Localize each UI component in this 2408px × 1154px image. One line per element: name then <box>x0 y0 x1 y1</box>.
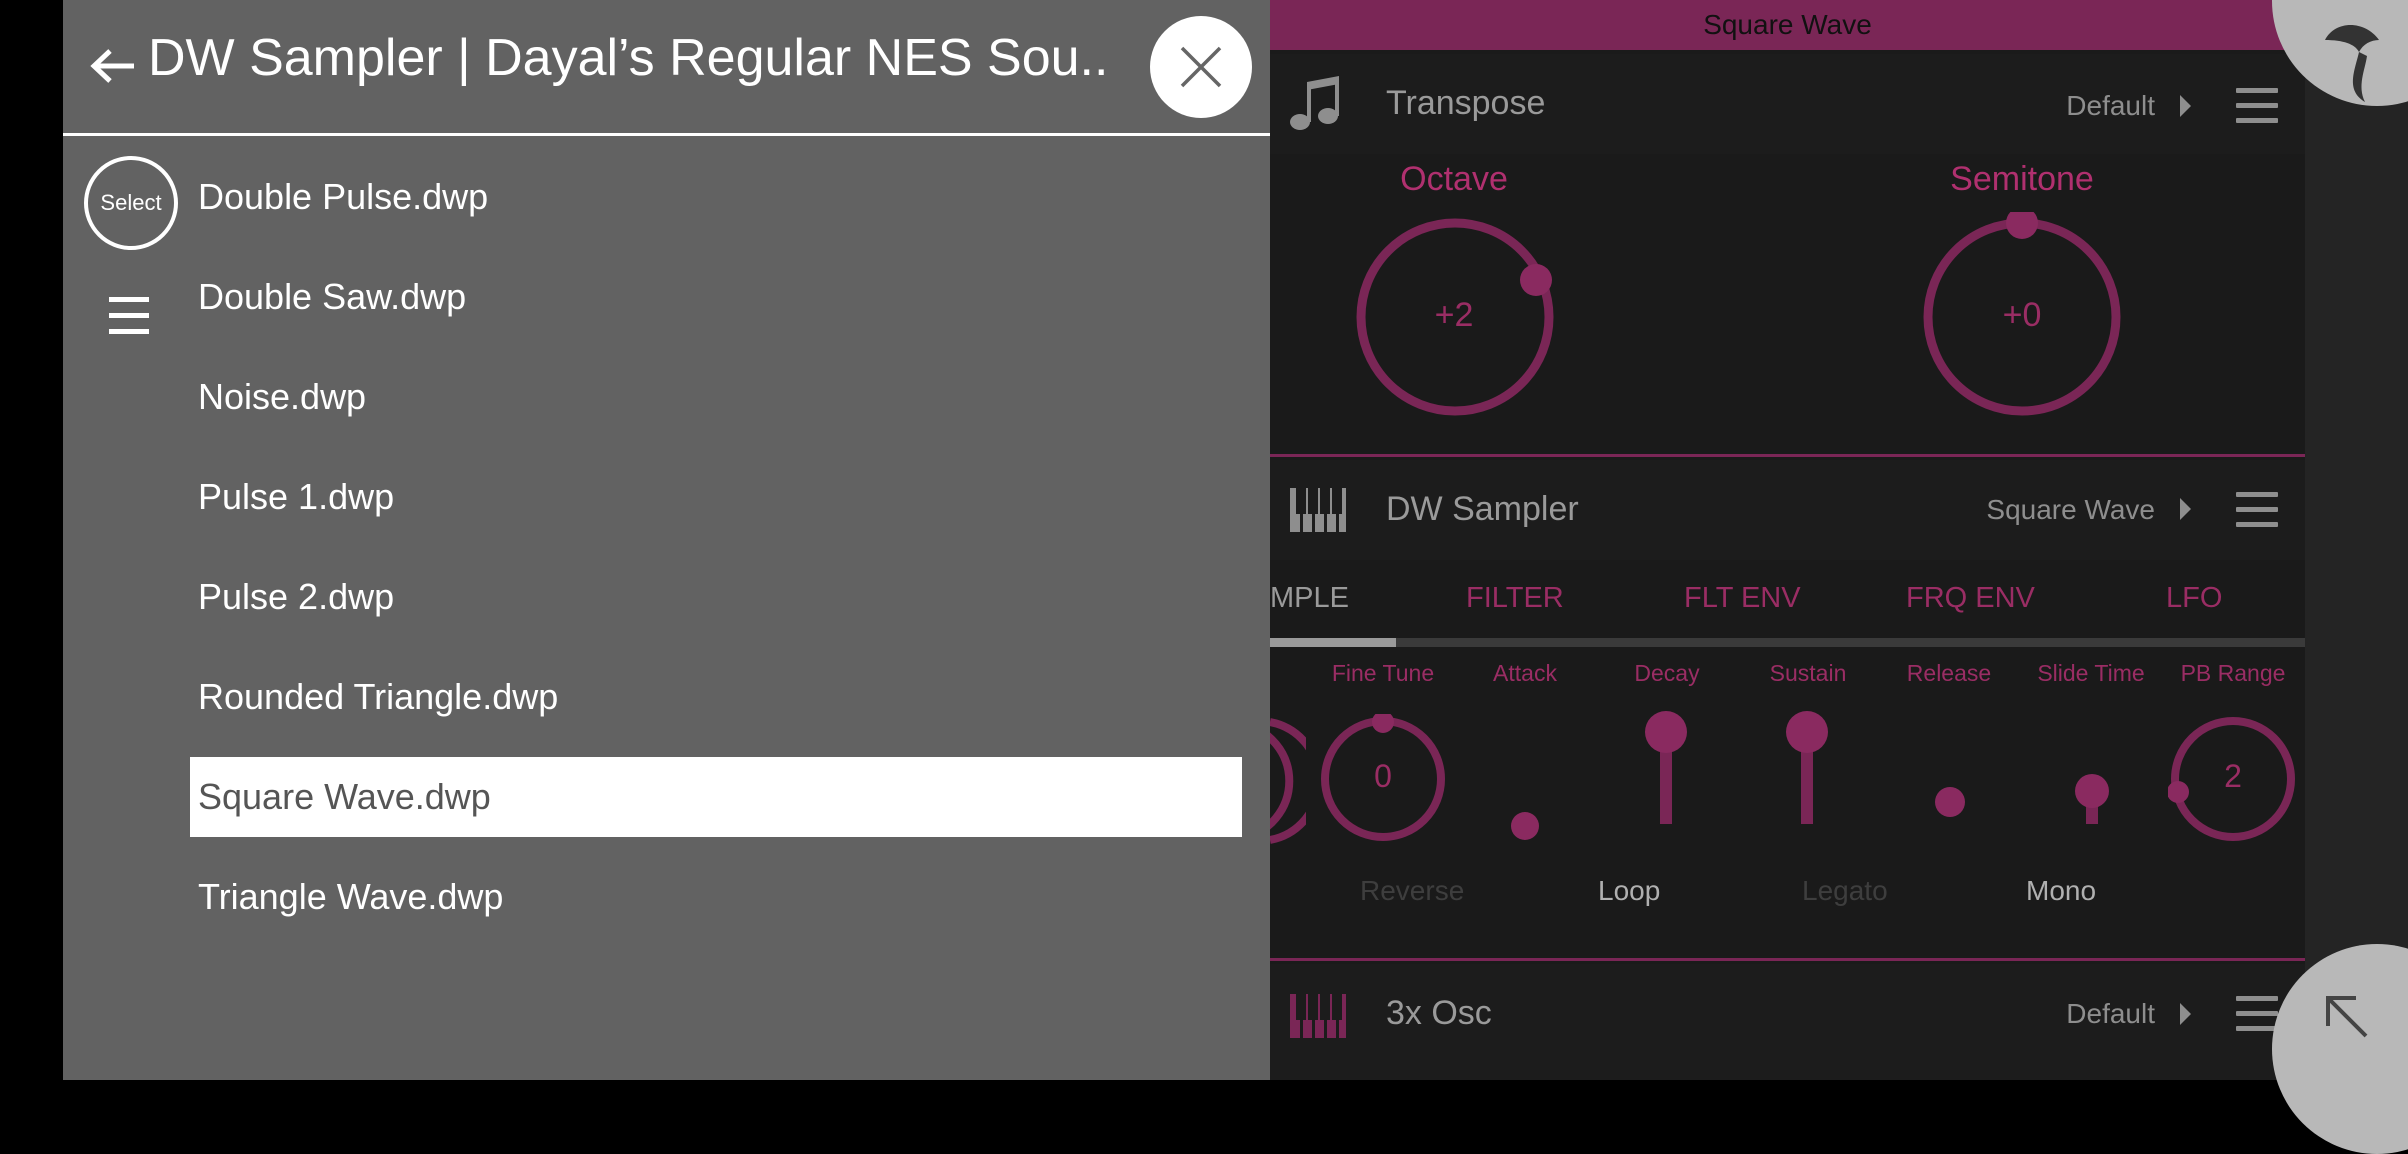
osc-menu-icon[interactable] <box>2236 996 2278 1032</box>
sustain-slider[interactable] <box>1786 711 1828 753</box>
right-side-strip <box>2305 0 2408 1080</box>
file-item-pulse-2[interactable]: Pulse 2.dwp <box>190 557 1242 637</box>
tab-flt-env[interactable]: FLT ENV <box>1684 582 1801 615</box>
tab-filter[interactable]: FILTER <box>1466 582 1564 615</box>
reverse-toggle[interactable]: Reverse <box>1360 875 1464 907</box>
transpose-preset[interactable]: Default <box>1980 90 2155 122</box>
tab-scrollbar[interactable] <box>1270 638 2305 647</box>
sampler-preset-next-icon[interactable] <box>2180 498 2191 520</box>
sampler-menu-icon[interactable] <box>2236 492 2278 528</box>
fine-tune-value: 0 <box>1374 758 1392 794</box>
topbar-title: Square Wave <box>1270 0 2305 50</box>
expand-arrow-icon[interactable] <box>2320 990 2376 1046</box>
tab-sample[interactable]: MPLE <box>1270 582 1349 615</box>
loop-toggle[interactable]: Loop <box>1598 875 1660 907</box>
transpose-title: Transpose <box>1386 84 1546 122</box>
sampler-title: DW Sampler <box>1386 490 1579 528</box>
attack-slider[interactable] <box>1511 812 1539 840</box>
slide-time-slider[interactable] <box>2075 774 2109 808</box>
back-arrow-icon[interactable] <box>90 48 136 84</box>
legato-toggle[interactable]: Legato <box>1802 875 1888 907</box>
hamburger-menu-icon[interactable] <box>109 297 149 337</box>
fine-tune-label: Fine Tune <box>1331 660 1435 686</box>
tab-scrollbar-thumb[interactable] <box>1270 638 1396 647</box>
decay-slider[interactable] <box>1645 711 1687 753</box>
osc-preset[interactable]: Default <box>1980 998 2155 1030</box>
transpose-preset-next-icon[interactable] <box>2180 95 2191 117</box>
module-divider <box>1270 454 2305 457</box>
mono-toggle[interactable]: Mono <box>2026 875 2096 907</box>
decay-label: Decay <box>1634 660 1700 686</box>
transpose-menu-icon[interactable] <box>2236 88 2278 124</box>
sustain-label: Sustain <box>1769 660 1847 686</box>
sampler-preset[interactable]: Square Wave <box>1935 494 2155 526</box>
close-icon[interactable] <box>1179 45 1223 89</box>
file-item-double-pulse[interactable]: Double Pulse.dwp <box>190 157 1242 237</box>
file-item-rounded-triangle[interactable]: Rounded Triangle.dwp <box>190 657 1242 737</box>
osc-title: 3x Osc <box>1386 994 1492 1032</box>
osc-preset-next-icon[interactable] <box>2180 1003 2191 1025</box>
file-item-double-saw[interactable]: Double Saw.dwp <box>190 257 1242 337</box>
tab-lfo[interactable]: LFO <box>2166 582 2222 615</box>
pb-range-label: PB Range <box>2180 660 2286 686</box>
file-item-square-wave[interactable]: Square Wave.dwp <box>190 757 1242 837</box>
music-note-icon <box>1290 76 1339 130</box>
select-button[interactable]: Select <box>84 156 178 250</box>
semitone-value: +0 <box>2002 296 2042 334</box>
octave-value: +2 <box>1434 296 1474 334</box>
pb-range-value: 2 <box>2224 758 2242 794</box>
module-divider <box>1270 958 2305 961</box>
piano-keys-icon <box>1290 488 1346 532</box>
file-item-noise[interactable]: Noise.dwp <box>190 357 1242 437</box>
piano-keys-icon <box>1290 994 1346 1038</box>
browser-divider <box>63 133 1270 136</box>
fruit-logo-icon[interactable] <box>2305 0 2408 106</box>
slide-time-label: Slide Time <box>2037 660 2145 686</box>
release-label: Release <box>1906 660 1992 686</box>
attack-label: Attack <box>1493 660 1557 686</box>
browser-title: DW Sampler | Dayal’s Regular NES Sou... <box>148 29 1108 87</box>
file-item-triangle-wave[interactable]: Triangle Wave.dwp <box>190 857 1242 937</box>
release-slider[interactable] <box>1935 787 1965 817</box>
tab-frq-env[interactable]: FRQ ENV <box>1906 582 2035 615</box>
partial-knob[interactable] <box>1270 716 1306 846</box>
semitone-label: Semitone <box>1950 160 2094 198</box>
file-item-pulse-1[interactable]: Pulse 1.dwp <box>190 457 1242 537</box>
octave-label: Octave <box>1400 160 1508 198</box>
